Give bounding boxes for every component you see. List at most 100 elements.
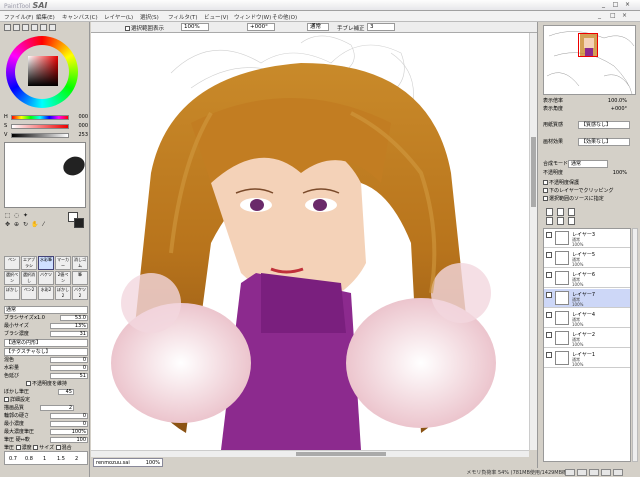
visibility-eye-icon[interactable] — [546, 252, 552, 258]
selection-display-checkbox[interactable] — [125, 26, 130, 31]
layer-item-selected[interactable]: レイヤー7 通常 100% — [544, 289, 630, 308]
size-preset[interactable]: 1.5 — [57, 456, 65, 462]
min-density-slider[interactable]: 0 — [50, 421, 88, 427]
doc-close-button[interactable]: × — [622, 12, 627, 19]
merge-down-icon[interactable] — [546, 217, 553, 225]
effect-select[interactable]: 【効果なし】 — [578, 138, 630, 146]
layer-item[interactable]: レイヤー6 通常 100% — [544, 269, 630, 288]
document-tab[interactable]: renmozuu.sai 100% — [93, 458, 163, 467]
scratch-pad[interactable] — [4, 142, 88, 208]
paper-texture-select[interactable]: 【質感なし】 — [578, 121, 630, 129]
value-slider[interactable]: V 253 — [4, 132, 88, 139]
protect-opacity-checkbox[interactable] — [543, 180, 548, 185]
layer-mode-select[interactable]: 通常 — [568, 160, 608, 168]
hsv-tab-icon[interactable] — [22, 24, 29, 31]
zoom-icon[interactable]: ⊕ — [13, 221, 20, 228]
vertical-scroll-thumb[interactable] — [531, 137, 536, 207]
move-icon[interactable]: ✥ — [4, 221, 11, 228]
layer-opacity-slider[interactable]: 100% — [613, 170, 627, 177]
saturation-value-square[interactable] — [28, 56, 58, 86]
menu-layer[interactable]: レイヤー(L) — [104, 13, 133, 21]
min-size-slider[interactable]: 13% — [50, 323, 88, 329]
selection-source-checkbox[interactable] — [543, 196, 548, 201]
blur-pressure-input[interactable]: 45 — [58, 389, 74, 395]
background-color[interactable] — [74, 218, 84, 228]
brush-shape-select[interactable]: 【通常の円形】 — [4, 339, 88, 347]
tool-blur[interactable]: ぼかし — [4, 286, 20, 300]
size-preset[interactable]: 2 — [75, 456, 78, 462]
stabilizer-select[interactable]: 3 — [367, 23, 395, 31]
maximize-button[interactable]: □ — [610, 1, 621, 9]
navigator[interactable] — [543, 25, 636, 95]
menu-select[interactable]: 選択(S) — [140, 13, 159, 21]
zoom-select[interactable]: 100% — [181, 23, 209, 31]
tool-watercolor[interactable]: 水彩筆 — [38, 256, 54, 270]
blend-mode-select[interactable]: 通常 — [307, 23, 329, 31]
select-rect-icon[interactable]: ⬚ — [4, 212, 11, 219]
drawing-canvas[interactable] — [91, 33, 529, 450]
detail-row[interactable]: 詳細設定 — [4, 396, 88, 404]
menu-file[interactable]: ファイル(F) — [4, 13, 33, 21]
layer-item[interactable]: レイヤー4 通常 100% — [544, 309, 630, 328]
size-preset[interactable]: 0.7 — [9, 456, 17, 462]
tool-bucket[interactable]: バケツ — [38, 271, 54, 285]
new-folder-icon[interactable] — [557, 208, 564, 216]
quality-select[interactable]: 2 — [40, 405, 74, 411]
density-checkbox[interactable] — [15, 445, 21, 450]
color-wheel[interactable] — [6, 36, 78, 108]
status-button[interactable] — [613, 469, 623, 476]
clear-layer-icon[interactable] — [557, 217, 564, 225]
canvas-horizontal-scrollbar[interactable] — [91, 450, 529, 457]
layer-item[interactable]: レイヤー1 通常 100% — [544, 349, 630, 368]
status-button[interactable] — [565, 469, 575, 476]
keep-opacity-checkbox[interactable] — [26, 381, 31, 386]
lasso-icon[interactable]: ◌ — [13, 212, 20, 219]
selection-source-row[interactable]: 選択範囲のソースに指定 — [543, 196, 637, 203]
visibility-eye-icon[interactable] — [546, 292, 552, 298]
menu-window[interactable]: ウィンドウ(W) — [234, 13, 271, 21]
layer-item[interactable]: レイヤー2 通常 100% — [544, 329, 630, 348]
doc-maximize-button[interactable]: □ — [610, 12, 616, 19]
layer-item[interactable]: レイヤー3 通常 100% — [544, 229, 630, 248]
tool-pen[interactable]: ペン — [4, 256, 20, 270]
size-checkbox[interactable] — [33, 445, 39, 450]
persistence-slider[interactable]: 51 — [50, 373, 88, 379]
tool-brush[interactable]: 筆 — [72, 271, 88, 285]
status-button[interactable] — [601, 469, 611, 476]
tool-blur2[interactable]: ぼかし2 — [55, 286, 71, 300]
clipping-row[interactable]: 下のレイヤーでクリッピング — [543, 188, 637, 195]
size-preset[interactable]: 1 — [43, 456, 46, 462]
horizontal-scroll-thumb[interactable] — [296, 452, 386, 456]
minimize-button[interactable]: _ — [598, 1, 609, 9]
edge-slider[interactable]: 0 — [50, 413, 88, 419]
visibility-eye-icon[interactable] — [546, 312, 552, 318]
eyedropper-icon[interactable]: ⁄ — [40, 221, 47, 228]
keep-opacity-row[interactable]: 不透明度を維持 — [4, 380, 88, 388]
menu-edit[interactable]: 編集(E) — [36, 13, 55, 21]
canvas-vertical-scrollbar[interactable] — [529, 33, 537, 450]
clipping-checkbox[interactable] — [543, 188, 548, 193]
rgb-tab-icon[interactable] — [13, 24, 20, 31]
visibility-eye-icon[interactable] — [546, 272, 552, 278]
status-button[interactable] — [589, 469, 599, 476]
tool-eraser[interactable]: 消しゴム — [72, 256, 88, 270]
tool-marker[interactable]: マーカー — [55, 256, 71, 270]
close-button[interactable]: × — [622, 1, 633, 9]
copy-layer-icon[interactable] — [568, 208, 575, 216]
tool-watercolor2[interactable]: 水彩2 — [38, 286, 54, 300]
protect-opacity-row[interactable]: 不透明度保護 — [543, 180, 637, 187]
detail-checkbox[interactable] — [4, 397, 9, 402]
layer-list-scrollbar[interactable] — [632, 228, 638, 462]
tool-select-pen[interactable]: 選択ペン — [4, 271, 20, 285]
color-wheel-tab-icon[interactable] — [4, 24, 11, 31]
size-preset[interactable]: 0.8 — [25, 456, 33, 462]
layer-item[interactable]: レイヤー5 通常 100% — [544, 249, 630, 268]
blend-slider[interactable]: 0 — [50, 357, 88, 363]
rotate-icon[interactable]: ↻ — [22, 221, 29, 228]
saturation-slider[interactable]: S 000 — [4, 123, 88, 130]
tool-pen2[interactable]: ペン2 — [21, 286, 37, 300]
visibility-eye-icon[interactable] — [546, 352, 552, 358]
menu-view[interactable]: ビュー(V) — [204, 13, 229, 21]
swatch-tab-icon[interactable] — [31, 24, 38, 31]
hue-slider[interactable]: H 000 — [4, 114, 88, 121]
